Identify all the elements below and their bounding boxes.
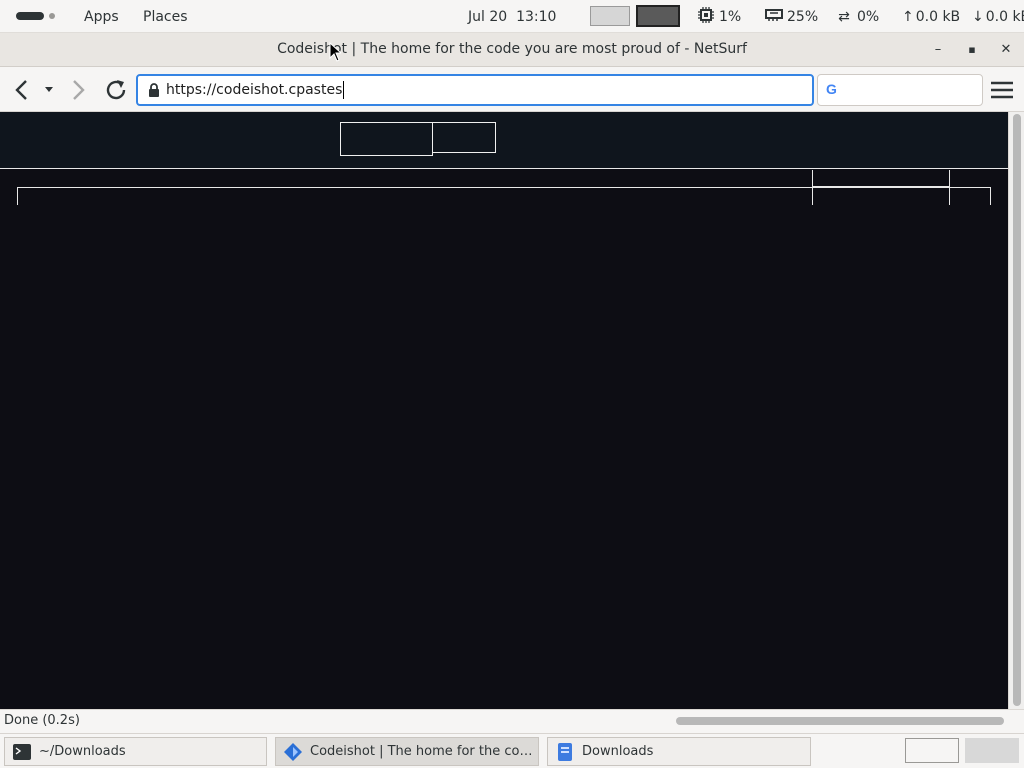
- reload-icon: [106, 80, 126, 100]
- taskbar-item-files[interactable]: Downloads: [547, 737, 811, 766]
- back-button[interactable]: [8, 75, 36, 105]
- status-bar: Done (0.2s): [0, 709, 1024, 733]
- clock[interactable]: Jul 20 13:10: [468, 0, 556, 33]
- workspace-switcher-1[interactable]: [905, 738, 959, 763]
- taskbar-item-terminal[interactable]: ~/Downloads: [4, 737, 267, 766]
- net-down-value: 0.0 kB: [985, 8, 1024, 25]
- mouse-pointer-icon: [329, 42, 341, 62]
- new-snippet-button[interactable]: [340, 122, 433, 156]
- reload-button[interactable]: [101, 75, 131, 105]
- memory-icon: [765, 8, 783, 26]
- taskbar: ~/Downloads Codeishot | The home for the…: [0, 733, 1024, 768]
- net-down-indicator[interactable]: ↓0.0 kB: [972, 0, 1024, 33]
- arrow-down-icon: ↓: [972, 8, 984, 25]
- chevron-down-icon: [45, 87, 53, 92]
- clock-date: Jul 20: [468, 8, 508, 25]
- browser-toolbar: https://codeishot.cpastes G: [0, 67, 1024, 112]
- history-dropdown-button[interactable]: [38, 75, 60, 105]
- window-title-bar[interactable]: Codeishot | The home for the code you ar…: [0, 33, 1024, 67]
- vertical-scrollbar[interactable]: [1008, 112, 1024, 709]
- places-label: Places: [143, 8, 188, 25]
- status-text: Done (0.2s): [4, 713, 80, 728]
- cpu-value: 1%: [719, 8, 742, 25]
- back-arrow-icon: [15, 80, 27, 100]
- cpu-indicator[interactable]: 1%: [697, 0, 741, 33]
- menu-button[interactable]: [988, 75, 1016, 105]
- url-text: https://codeishot.cpastes: [166, 82, 343, 98]
- url-bar[interactable]: https://codeishot.cpastes: [136, 74, 814, 106]
- net-up-value: 0.0 kB: [915, 8, 961, 25]
- memory-value: 25%: [787, 8, 819, 25]
- cpu-icon: [697, 6, 715, 27]
- hamburger-menu-icon: [991, 81, 1013, 99]
- search-field[interactable]: G: [817, 74, 983, 106]
- apps-label: Apps: [84, 8, 119, 25]
- net-up-indicator[interactable]: ↑ 0.0 kB: [902, 0, 960, 33]
- swap-indicator[interactable]: ⇄ 0%: [835, 0, 879, 33]
- swap-value: 0%: [857, 8, 880, 25]
- top-panel: Apps Places Jul 20 13:10 1% 25% ⇄ 0% ↑ 0.0…: [0, 0, 1024, 33]
- taskbar-item-label: Codeishot | The home for the cod…: [310, 744, 538, 759]
- workspace-switcher-2[interactable]: [965, 738, 1019, 763]
- netsurf-icon: [284, 742, 302, 761]
- workspace-1[interactable]: [590, 6, 630, 26]
- window-title: Codeishot | The home for the code you ar…: [277, 41, 747, 57]
- terminal-icon: [13, 743, 31, 760]
- workspace-2[interactable]: [636, 5, 680, 27]
- arrow-up-icon: ↑: [902, 8, 914, 25]
- activities-indicator[interactable]: [16, 12, 44, 20]
- lock-icon: [149, 83, 159, 97]
- side-panel: [812, 170, 950, 205]
- memory-indicator[interactable]: 25%: [765, 0, 818, 33]
- workspace-dot: [49, 13, 55, 19]
- site-header: [0, 112, 1008, 169]
- clock-time: 13:10: [516, 8, 557, 25]
- taskbar-item-label: Downloads: [582, 744, 654, 759]
- text-cursor: [343, 81, 345, 99]
- apps-menu[interactable]: Apps: [84, 0, 119, 33]
- horizontal-scroll-thumb[interactable]: [676, 717, 1004, 725]
- forward-button[interactable]: [64, 75, 92, 105]
- taskbar-item-netsurf[interactable]: Codeishot | The home for the cod…: [275, 737, 539, 766]
- page-viewport[interactable]: [0, 112, 1008, 709]
- forward-arrow-icon: [73, 80, 85, 100]
- vertical-scroll-thumb[interactable]: [1013, 114, 1021, 706]
- maximize-button[interactable]: ▪: [957, 33, 987, 67]
- browse-button[interactable]: [432, 122, 496, 153]
- minimize-button[interactable]: –: [923, 33, 953, 67]
- horizontal-scrollbar[interactable]: [672, 713, 1008, 729]
- side-panel-divider: [813, 186, 949, 187]
- google-icon: G: [826, 81, 837, 97]
- places-menu[interactable]: Places: [143, 0, 188, 33]
- file-manager-icon: [558, 742, 572, 761]
- taskbar-item-label: ~/Downloads: [39, 744, 126, 759]
- swap-icon: ⇄: [838, 8, 850, 25]
- close-button[interactable]: ✕: [991, 33, 1021, 67]
